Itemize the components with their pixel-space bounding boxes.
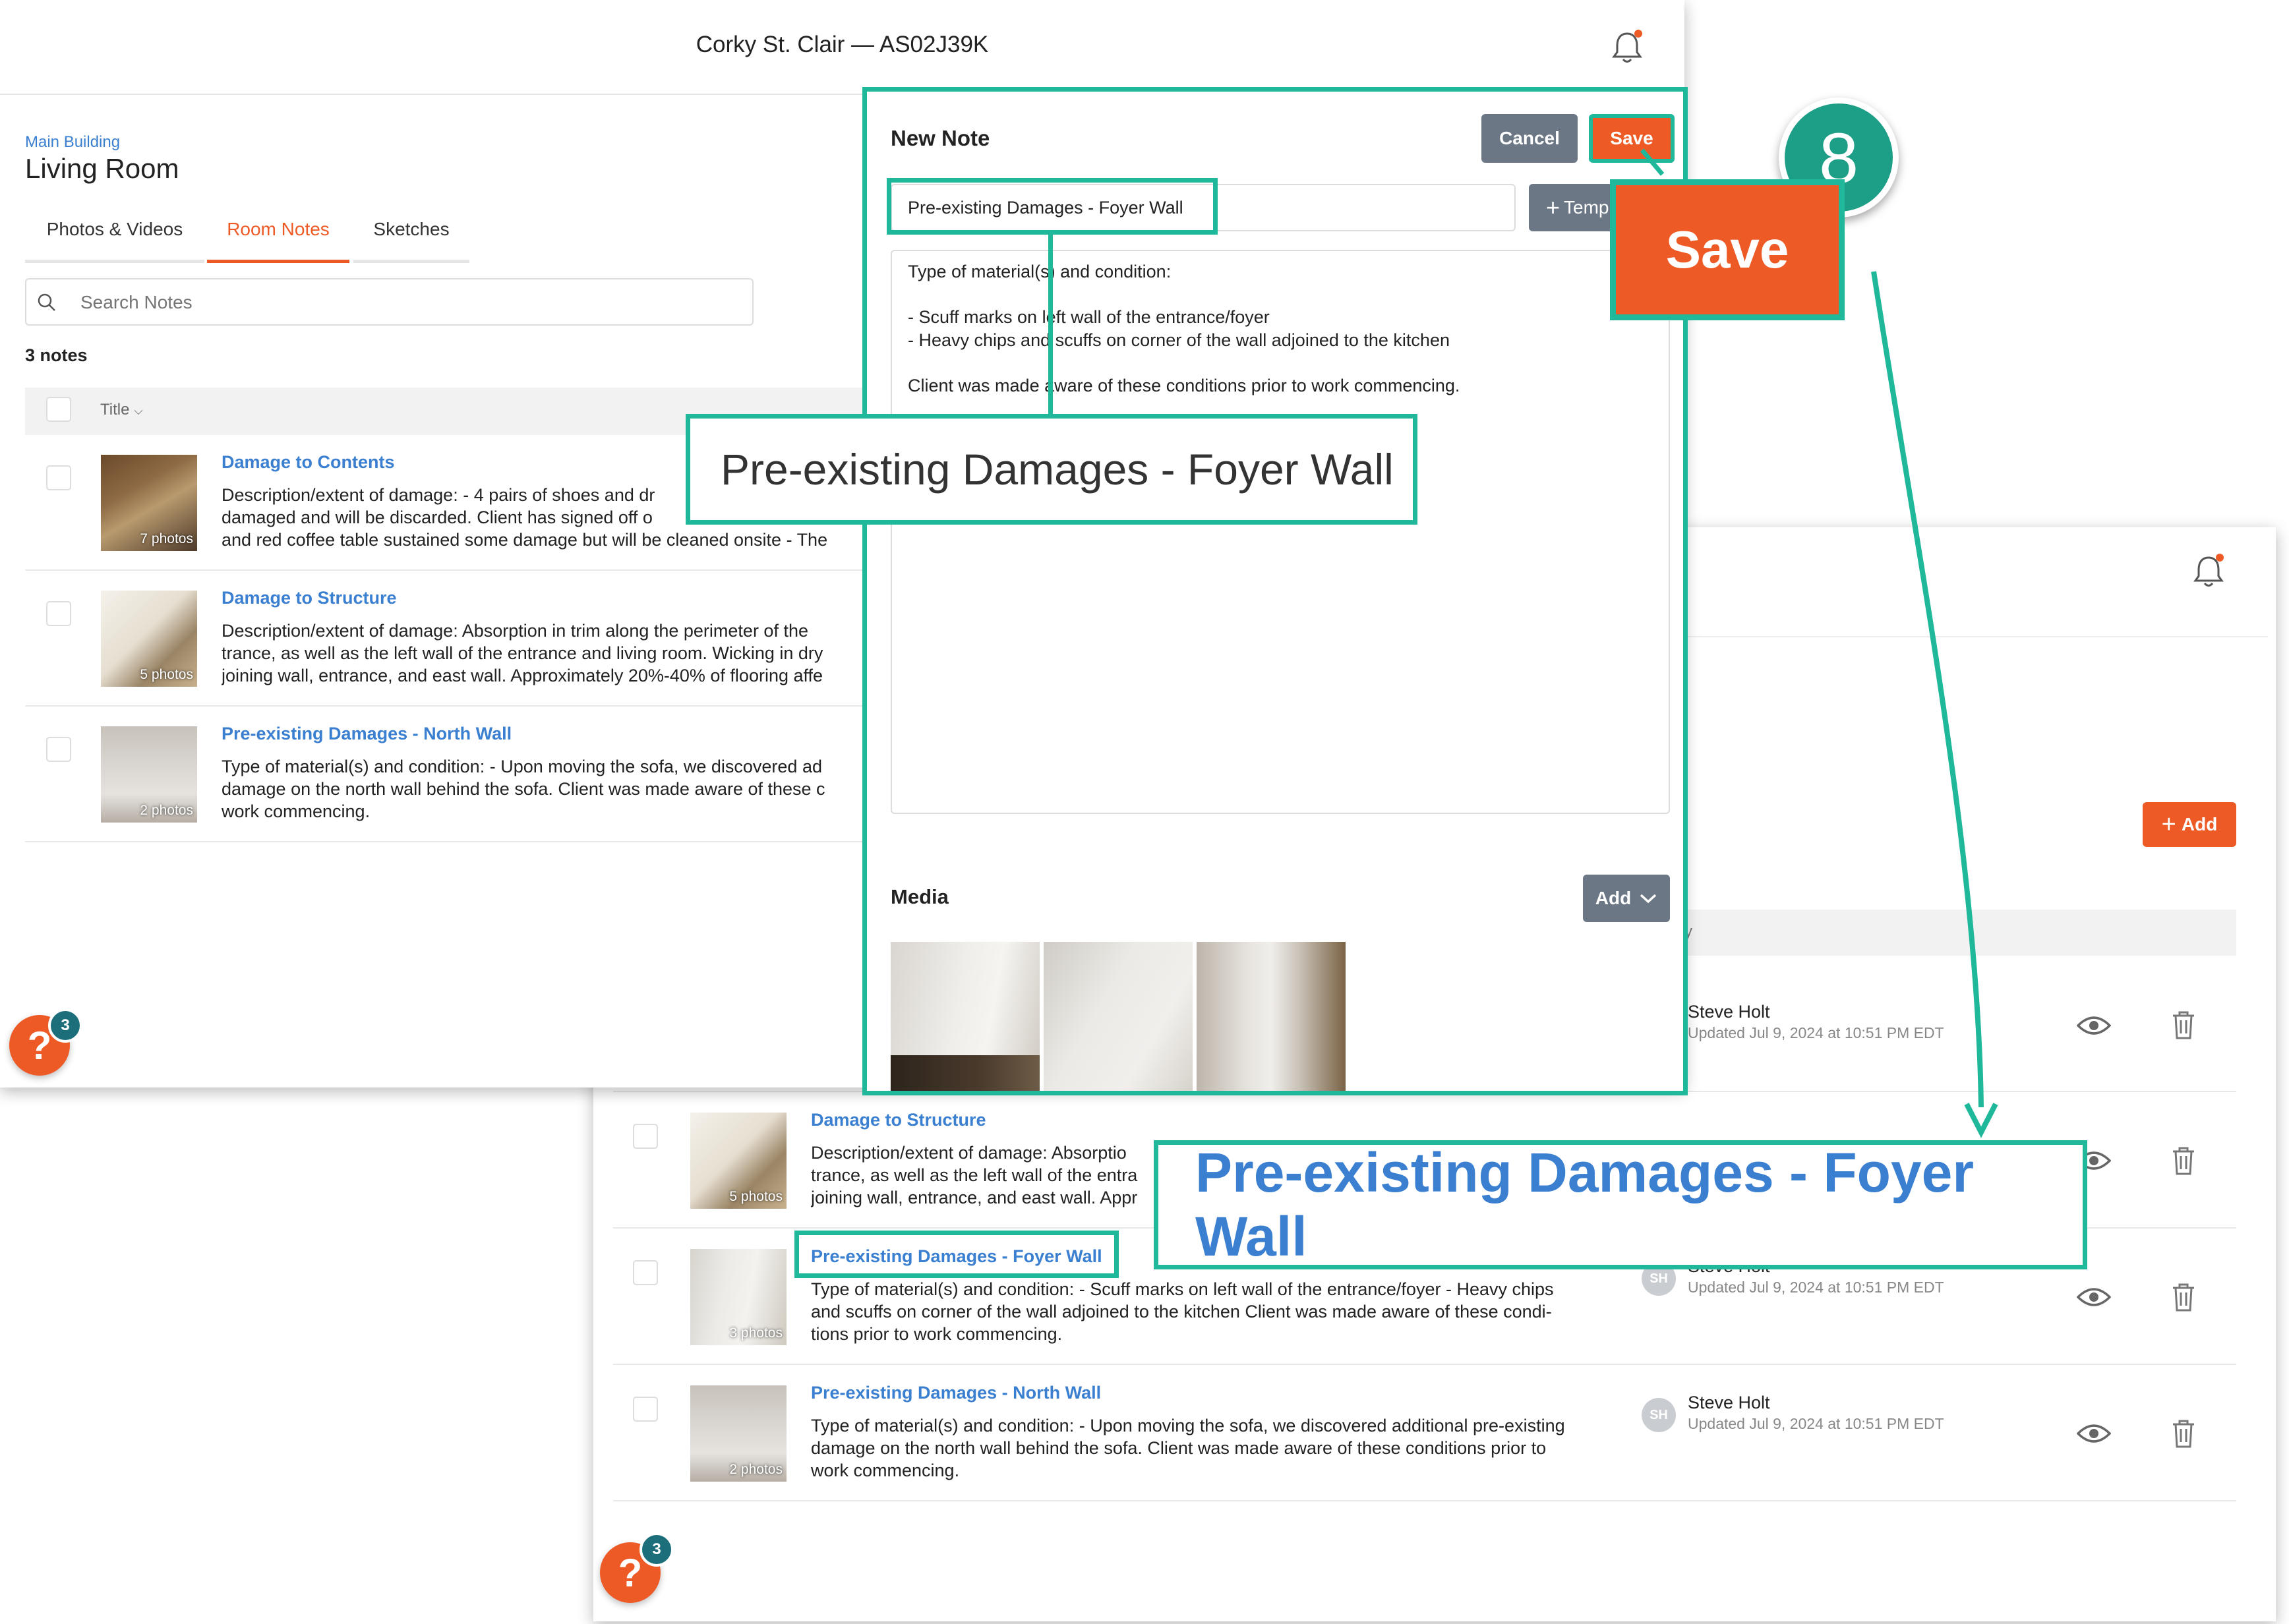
note-thumbnail[interactable]: 2 photos xyxy=(690,1385,787,1482)
note-title-link[interactable]: Pre-existing Damages - North Wall xyxy=(222,724,512,744)
row-checkbox[interactable] xyxy=(633,1124,658,1149)
plus-icon: + xyxy=(2161,810,2176,838)
view-icon[interactable] xyxy=(2077,1423,2111,1444)
row-divider xyxy=(25,569,876,571)
media-thumbnail[interactable] xyxy=(891,942,1040,1091)
search-input[interactable] xyxy=(79,287,675,318)
row-checkbox[interactable] xyxy=(633,1260,658,1285)
note-thumbnail[interactable]: 3 photos xyxy=(690,1249,787,1345)
modal-title: New Note xyxy=(891,126,990,150)
help-count-badge: 3 xyxy=(639,1532,674,1567)
row-divider xyxy=(613,1500,2236,1501)
note-title-link[interactable]: Damage to Structure xyxy=(222,588,397,608)
chevron-down-icon xyxy=(1640,894,1657,904)
bell-icon[interactable] xyxy=(1611,30,1644,65)
save-zoom-callout: Save xyxy=(1610,179,1845,320)
trash-icon[interactable] xyxy=(2170,1010,2197,1040)
add-note-button[interactable]: + Add xyxy=(2143,802,2236,847)
title-input-highlight xyxy=(887,178,1218,235)
note-thumbnail[interactable]: 5 photos xyxy=(101,591,197,687)
row-checkbox[interactable] xyxy=(46,465,71,490)
header-title: Corky St. Clair — AS02J39K xyxy=(696,32,989,57)
row-checkbox[interactable] xyxy=(46,601,71,626)
media-thumbnail[interactable] xyxy=(1197,942,1346,1091)
row-divider xyxy=(613,1364,2236,1365)
tab-photos-videos[interactable]: Photos & Videos xyxy=(25,211,204,263)
row-checkbox[interactable] xyxy=(46,737,71,762)
view-icon[interactable] xyxy=(2077,1287,2111,1308)
row-updated: Updated Jul 9, 2024 at 10:51 PM EDT xyxy=(1688,1415,1944,1432)
media-label: Media xyxy=(891,885,949,908)
title-zoom-callout: Pre-existing Damages - Foyer Wall xyxy=(686,414,1417,525)
note-description: Description/extent of damage: Absorption… xyxy=(222,621,823,685)
note-description: Type of material(s) and condition: - Upo… xyxy=(811,1416,1565,1480)
note-thumbnail[interactable]: 7 photos xyxy=(101,455,197,551)
arrow-icon xyxy=(1871,271,1998,1138)
help-count-badge: 3 xyxy=(48,1008,82,1043)
trash-icon[interactable] xyxy=(2170,1282,2197,1312)
tab-sketches[interactable]: Sketches xyxy=(353,211,469,263)
view-icon[interactable] xyxy=(2077,1015,2111,1036)
page-title: Living Room xyxy=(25,153,179,184)
breadcrumb[interactable]: Main Building xyxy=(25,133,120,152)
note-title-link[interactable]: Pre-existing Damages - North Wall xyxy=(811,1383,1101,1403)
new-note-modal: New Note Cancel Save Pre-existing Damage… xyxy=(862,87,1688,1095)
cancel-button[interactable]: Cancel xyxy=(1481,114,1578,163)
row-updated: Updated Jul 9, 2024 at 10:51 PM EDT xyxy=(1688,1279,1944,1296)
note-description: Type of material(s) and condition: - Upo… xyxy=(222,757,825,821)
trash-icon[interactable] xyxy=(2170,1418,2197,1449)
note-description: Type of material(s) and condition: - Scu… xyxy=(811,1279,1554,1344)
callout-connector xyxy=(1048,233,1053,418)
row-checkbox[interactable] xyxy=(633,1397,658,1422)
notes-count: 3 notes xyxy=(25,345,88,365)
row-user: Steve Holt xyxy=(1688,1393,1770,1412)
trash-icon[interactable] xyxy=(2170,1146,2197,1176)
note-body-text: Type of material(s) and condition: - Scu… xyxy=(908,262,1460,395)
row-divider xyxy=(25,841,876,842)
bell-icon[interactable] xyxy=(2192,554,2225,589)
tab-room-notes[interactable]: Room Notes xyxy=(207,211,349,263)
save-button[interactable]: Save xyxy=(1589,114,1675,163)
media-thumbnail[interactable] xyxy=(1044,942,1193,1091)
result-zoom-callout: Pre-existing Damages - Foyer Wall xyxy=(1154,1140,2087,1269)
column-title[interactable]: Title ⌵ xyxy=(100,401,143,419)
note-title-link[interactable]: Damage to Contents xyxy=(222,452,395,473)
row-user: Steve Holt xyxy=(1688,1002,1770,1022)
plus-icon: + xyxy=(1546,194,1561,221)
search-icon xyxy=(37,293,57,312)
avatar: SH xyxy=(1642,1398,1676,1432)
chevron-down-icon: ⌵ xyxy=(134,404,143,417)
select-all-checkbox[interactable] xyxy=(46,397,71,422)
note-thumbnail[interactable]: 5 photos xyxy=(690,1113,787,1209)
media-add-button[interactable]: Add xyxy=(1583,875,1670,922)
result-title-highlight xyxy=(794,1231,1119,1278)
note-thumbnail[interactable]: 2 photos xyxy=(101,726,197,823)
note-title-link[interactable]: Damage to Structure xyxy=(811,1110,986,1130)
row-divider xyxy=(25,705,876,707)
search-field[interactable] xyxy=(25,278,754,326)
